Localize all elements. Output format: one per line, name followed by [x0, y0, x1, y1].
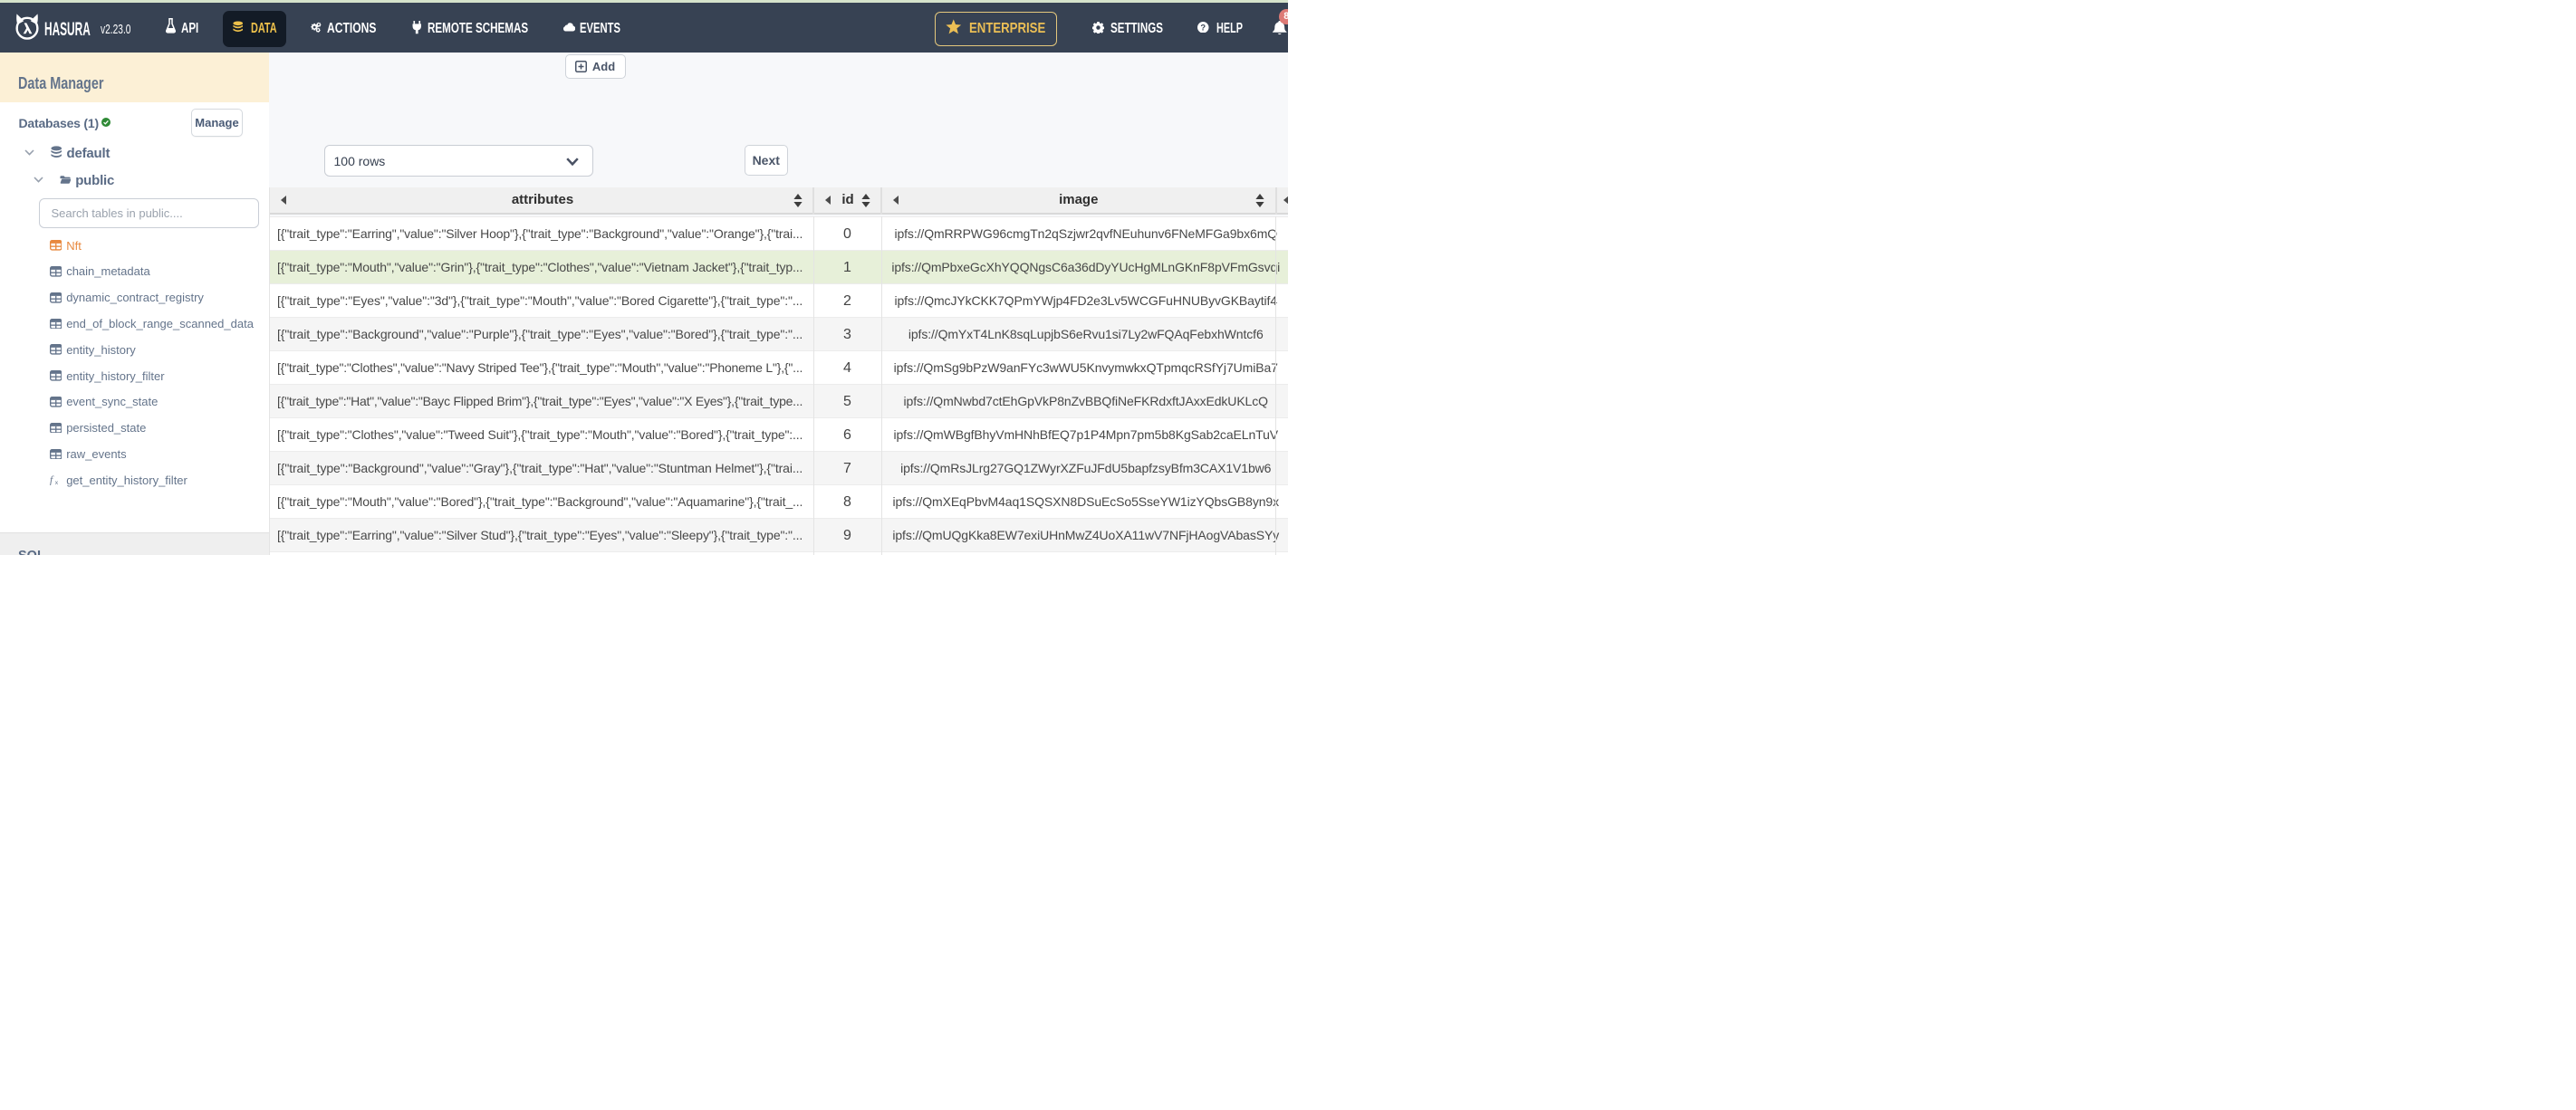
svg-text:x: x: [54, 480, 58, 485]
svg-text:?: ?: [1200, 23, 1206, 32]
svg-text:f: f: [50, 474, 54, 485]
